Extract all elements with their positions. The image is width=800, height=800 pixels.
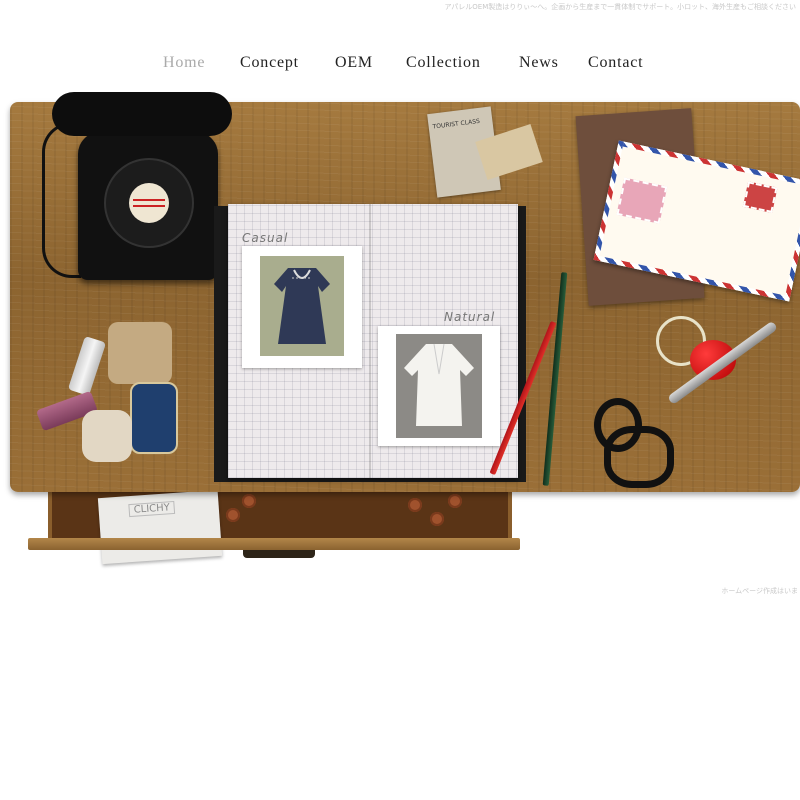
casual-photo[interactable] [242,246,362,368]
sewing-button [408,498,422,512]
sewing-button [448,494,462,508]
sewing-button [226,508,240,522]
rotary-dial [104,158,194,248]
drawer-front [28,538,520,550]
natural-photo-image [396,334,482,438]
phone-cord [42,122,81,278]
nav-item-concept[interactable]: Concept [240,54,299,72]
header-tagline: アパレルOEM製造はりりぃ〜へ。企画から生産まで一貫体制でサポート。小ロット、海… [444,3,796,11]
nav-item-news[interactable]: News [519,54,559,72]
thread-card [108,322,172,384]
casual-photo-image [260,256,344,356]
natural-label: Natural [444,310,496,324]
photo-stamp [616,177,668,224]
desk-drawer: CLICHY [28,489,520,565]
nav-item-oem[interactable]: OEM [335,54,373,72]
clichy-coaster: CLICHY [97,489,223,565]
sewing-button [242,494,256,508]
main-nav: Home Concept OEM Collection News Contact [0,54,800,78]
dial-center [129,183,169,223]
navy-dress-image [274,268,330,344]
sewing-button [430,512,444,526]
stamp [742,181,778,213]
natural-photo[interactable] [378,326,500,446]
footer-text: ホームページ作成はいま [721,587,798,595]
tag-text: TOURIST CLASS [432,117,481,131]
coaster-label: CLICHY [128,500,176,518]
white-blouse-image [404,343,474,426]
scissors-handle [604,426,674,488]
nav-item-collection[interactable]: Collection [406,54,481,72]
drawer-handle [243,550,315,558]
thread-card [82,410,132,462]
phone-handset [52,92,232,136]
casual-label: Casual [242,231,289,245]
nav-item-home[interactable]: Home [163,54,205,72]
notebook-spine [369,204,371,478]
telephone[interactable] [42,92,232,282]
nav-item-contact[interactable]: Contact [588,54,643,72]
thread-card [130,382,178,454]
